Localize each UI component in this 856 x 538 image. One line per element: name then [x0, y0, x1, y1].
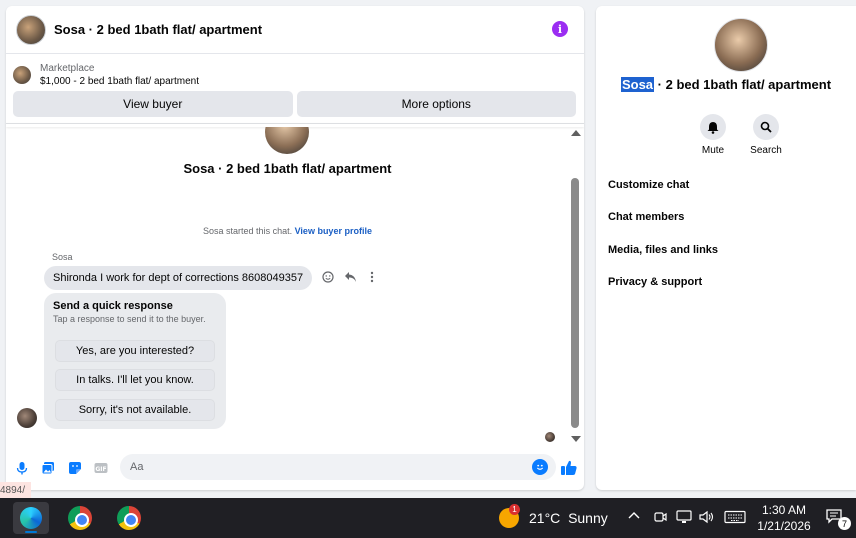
- marketplace-listing[interactable]: Marketplace $1,000 - 2 bed 1bath flat/ a…: [13, 60, 199, 90]
- message-bubble[interactable]: Shironda I work for dept of corrections …: [44, 266, 313, 290]
- taskbar-chrome-app-1[interactable]: [62, 502, 98, 534]
- meet-now-icon[interactable]: [653, 510, 667, 527]
- listing-price-title: $1,000 - 2 bed 1bath flat/ apartment: [40, 76, 199, 87]
- taskbar: 1 21°C Sunny 1:30 AM 1/21/2026 7: [0, 498, 856, 538]
- conversation-info-panel: Sosa · 2 bed 1bath flat/ apartment Mute …: [596, 6, 856, 490]
- clock-time: 1:30 AM: [761, 503, 807, 517]
- message-input-placeholder: Aa: [130, 461, 144, 473]
- edge-icon: [20, 507, 42, 529]
- view-buyer-button[interactable]: View buyer: [13, 91, 293, 117]
- media-files-links-item[interactable]: Media, files and links: [608, 244, 718, 256]
- scroll-down-arrow-icon[interactable]: [571, 436, 581, 442]
- clock-date: 1/21/2026: [757, 519, 811, 533]
- message-sender: Sosa: [52, 252, 73, 262]
- more-options-button[interactable]: More options: [296, 91, 576, 117]
- info-title-rest: · 2 bed 1bath flat/ apartment: [654, 77, 832, 92]
- search-action[interactable]: Search: [741, 114, 791, 156]
- header-divider: [6, 123, 584, 127]
- listing-avatar[interactable]: [16, 14, 46, 45]
- chat-title[interactable]: Sosa · 2 bed 1bath flat/ apartment: [54, 22, 262, 37]
- weather-widget[interactable]: 21°C Sunny: [529, 510, 608, 526]
- chrome-icon: [117, 506, 141, 530]
- sender-avatar: [17, 408, 37, 428]
- mute-action[interactable]: Mute: [688, 114, 738, 156]
- marketplace-label: Marketplace: [40, 63, 95, 74]
- notification-count-badge: 7: [838, 517, 851, 530]
- scroll-up-arrow-icon[interactable]: [571, 130, 581, 136]
- chat-members-item[interactable]: Chat members: [608, 211, 684, 223]
- temperature: 21°C: [529, 510, 561, 526]
- keyboard-icon[interactable]: [724, 510, 746, 527]
- message-composer: GIF Aa: [6, 452, 584, 484]
- microphone-icon[interactable]: [15, 461, 29, 475]
- taskbar-edge-app[interactable]: [13, 502, 49, 534]
- message-input[interactable]: Aa: [120, 454, 556, 480]
- info-icon[interactable]: i: [552, 21, 568, 37]
- weather-condition: Sunny: [568, 510, 608, 526]
- network-icon[interactable]: [676, 510, 692, 527]
- taskbar-chrome-app-2[interactable]: [111, 502, 147, 534]
- info-title-highlight: Sosa: [620, 77, 655, 92]
- search-label: Search: [750, 145, 782, 156]
- quick-response-subtitle: Tap a response to send it to the buyer.: [53, 314, 206, 324]
- react-emoji-icon[interactable]: [321, 270, 335, 284]
- quick-reply-interested[interactable]: Yes, are you interested?: [55, 340, 215, 362]
- chat-started-text: Sosa started this chat.: [203, 226, 293, 236]
- quick-reply-not-available[interactable]: Sorry, it's not available.: [55, 399, 215, 421]
- sticker-icon[interactable]: [68, 461, 82, 475]
- gif-icon[interactable]: GIF: [94, 461, 108, 475]
- bell-icon[interactable]: [700, 114, 726, 140]
- chat-scrollbar[interactable]: [570, 130, 582, 442]
- mute-label: Mute: [701, 145, 725, 156]
- view-buyer-profile-link[interactable]: View buyer profile: [295, 226, 372, 236]
- status-url-fragment: 4894/: [0, 482, 32, 498]
- quick-response-title: Send a quick response: [53, 300, 173, 312]
- quick-reply-in-talks[interactable]: In talks. I'll let you know.: [55, 369, 215, 391]
- chat-panel: Sosa · 2 bed 1bath flat/ apartment i Mar…: [6, 6, 584, 490]
- scroll-thumb[interactable]: [571, 178, 579, 428]
- volume-icon[interactable]: [699, 510, 715, 527]
- thumbs-up-icon[interactable]: [560, 459, 578, 477]
- svg-text:GIF: GIF: [95, 466, 106, 473]
- chrome-icon: [68, 506, 92, 530]
- privacy-support-item[interactable]: Privacy & support: [608, 276, 702, 288]
- conversation-title: Sosa · 2 bed 1bath flat/ apartment: [183, 161, 392, 176]
- info-title: Sosa · 2 bed 1bath flat/ apartment: [596, 77, 856, 92]
- listing-thumbnail: [13, 66, 31, 84]
- chat-started-notice: Sosa started this chat. View buyer profi…: [6, 226, 569, 236]
- read-receipt-avatar: [545, 432, 555, 442]
- reply-icon[interactable]: [343, 270, 357, 284]
- chat-header: Sosa · 2 bed 1bath flat/ apartment i: [6, 6, 584, 54]
- quick-response-card: Send a quick response Tap a response to …: [44, 293, 226, 429]
- system-clock[interactable]: 1:30 AM 1/21/2026: [752, 502, 816, 534]
- customize-chat-item[interactable]: Customize chat: [608, 179, 689, 191]
- photo-gallery-icon[interactable]: [41, 461, 55, 475]
- search-icon[interactable]: [753, 114, 779, 140]
- info-avatar[interactable]: [714, 18, 768, 72]
- weather-alert-badge: 1: [509, 504, 520, 515]
- chevron-up-icon[interactable]: [628, 510, 640, 525]
- emoji-icon[interactable]: [532, 459, 548, 475]
- more-actions-icon[interactable]: [365, 270, 379, 284]
